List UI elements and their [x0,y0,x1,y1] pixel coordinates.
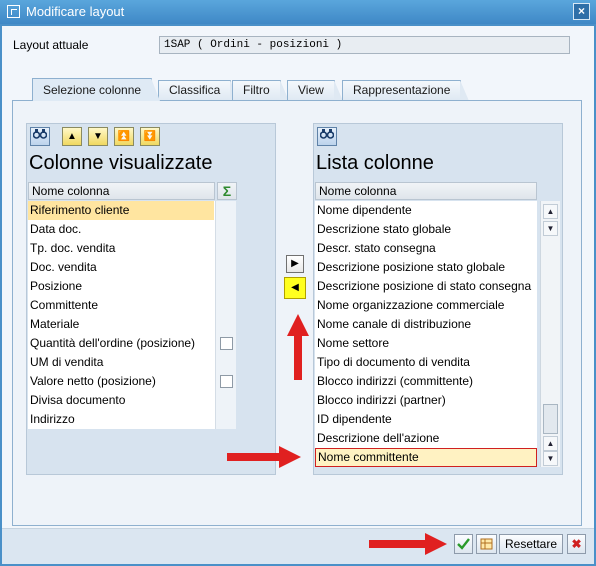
list-item[interactable]: Divisa documento [28,391,214,410]
reset-button[interactable]: Resettare [499,534,563,554]
window-title: Modificare layout [26,4,125,19]
move-bottom-icon[interactable]: ⏬ [140,127,160,146]
scroll-down-icon[interactable]: ▼ [543,221,558,236]
list-item[interactable]: Indirizzo [28,410,214,429]
tab-rappresentazione[interactable]: Rappresentazione [342,80,470,101]
list-item[interactable]: Nome canale di distribuzione [315,315,537,334]
displayed-columns-title: Colonne visualizzate [29,152,213,174]
tab-classifica[interactable]: Classifica [158,80,240,101]
footer-arrow-annotation [369,533,447,555]
list-item[interactable]: Descrizione posizione stato globale [315,258,537,277]
column-list-title: Lista colonne [316,152,434,174]
row-checkbox[interactable] [220,375,233,388]
list-item[interactable]: ID dipendente [315,410,537,429]
vertical-scrollbar[interactable]: ▲ ▼ ▲ ▼ [540,201,560,467]
close-icon[interactable]: × [573,3,590,20]
move-down-icon[interactable]: ▼ [88,127,108,146]
scroll-up-icon[interactable]: ▲ [543,204,558,219]
add-column-button[interactable]: ▶ [286,255,304,273]
move-top-icon[interactable]: ⏫ [114,127,134,146]
displayed-columns-panel: ▲ ▼ ⏫ ⏬ Colonne visualizzate Nome colonn… [26,123,276,475]
list-item[interactable]: Blocco indirizzi (committente) [315,372,537,391]
list-item[interactable]: Doc. vendita [28,258,214,277]
list-item[interactable]: Nome organizzazione commerciale [315,296,537,315]
layout-field[interactable]: 1SAP ( Ordini - posizioni ) [159,36,570,54]
column-name-header[interactable]: Nome colonna [28,182,215,200]
remove-column-button[interactable]: ◀ [284,277,306,299]
dialog-window: Modificare layout × Layout attuale 1SAP … [0,0,596,566]
list-item[interactable]: Descrizione stato globale [315,220,537,239]
title-bar: Modificare layout × [0,0,596,24]
list-item[interactable]: Nome committente [315,448,537,467]
up-arrow-annotation [287,314,309,380]
displayed-columns-list: Riferimento cliente Data doc. Tp. doc. ven… [28,201,236,429]
tab-view[interactable]: View [287,80,343,101]
move-up-icon[interactable]: ▲ [62,127,82,146]
list-item[interactable]: Descrizione posizione di stato consegna [315,277,537,296]
list-item[interactable]: Blocco indirizzi (partner) [315,391,537,410]
list-item[interactable]: Quantità dell'ordine (posizione) [28,334,214,353]
list-item[interactable]: Tipo di documento di vendita [315,353,537,372]
dialog-body: Layout attuale 1SAP ( Ordini - posizioni… [2,26,594,564]
list-item[interactable]: Tp. doc. vendita [28,239,214,258]
column-list-panel: Lista colonne Nome colonna Nome dipenden… [313,123,563,475]
list-item[interactable]: Riferimento cliente [28,201,214,220]
save-layout-button[interactable] [476,534,497,554]
cancel-icon[interactable]: ✖ [567,534,586,554]
scroll-down-icon[interactable]: ▼ [543,451,558,466]
list-item[interactable]: Nome settore [315,334,537,353]
list-item[interactable]: Materiale [28,315,214,334]
checkbox-column [215,201,236,429]
list-item[interactable]: UM di vendita [28,353,214,372]
find-icon[interactable] [30,127,50,146]
row-checkbox[interactable] [220,337,233,350]
layout-label: Layout attuale [13,38,89,52]
available-columns-list: Nome dipendente Descrizione stato globale… [315,201,537,467]
list-item[interactable]: Descr. stato consegna [315,239,537,258]
list-item[interactable]: Posizione [28,277,214,296]
list-item[interactable]: Committente [28,296,214,315]
scroll-up-icon[interactable]: ▲ [543,436,558,451]
sum-icon[interactable]: Σ [217,182,237,200]
scroll-thumb[interactable] [543,404,558,434]
tab-filtro[interactable]: Filtro [232,80,289,101]
confirm-button[interactable] [454,534,473,554]
right-arrow-annotation [227,446,301,468]
layout-icon [7,5,20,18]
list-filler [237,201,274,429]
find-icon[interactable] [317,127,337,146]
list-item[interactable]: Nome dipendente [315,201,537,220]
tab-selezione-colonne[interactable]: Selezione colonne [32,78,161,101]
column-name-header[interactable]: Nome colonna [315,182,537,200]
tab-panel: ▲ ▼ ⏫ ⏬ Colonne visualizzate Nome colonn… [12,100,582,526]
list-item[interactable]: Valore netto (posizione) [28,372,214,391]
list-item[interactable]: Data doc. [28,220,214,239]
list-item[interactable]: Descrizione dell'azione [315,429,537,448]
